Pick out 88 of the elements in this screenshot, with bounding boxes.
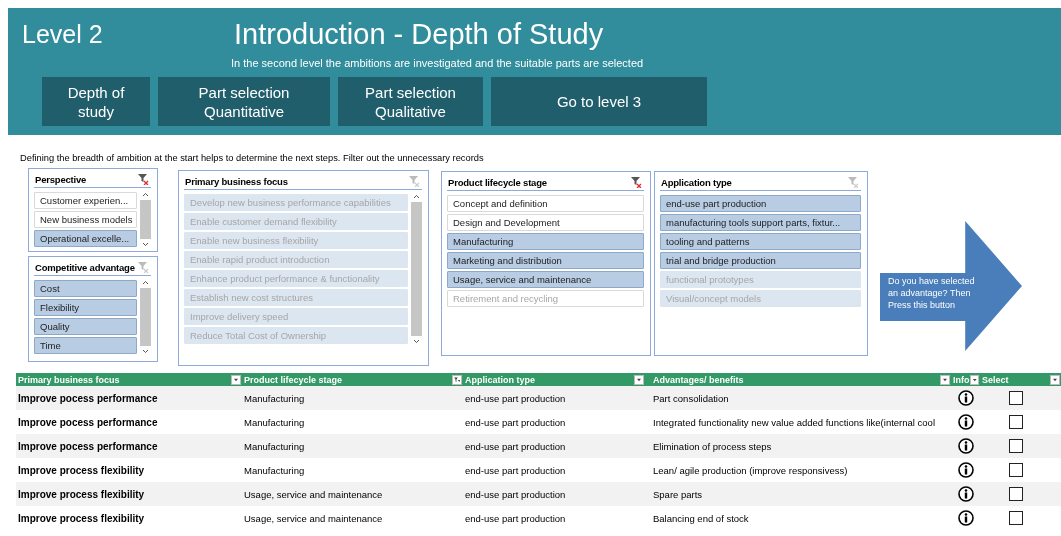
table-cell-text: Improve pocess performance bbox=[17, 415, 159, 430]
slicer-item[interactable]: Usage, service and maintenance bbox=[447, 271, 644, 288]
checkbox[interactable] bbox=[1008, 511, 1023, 525]
checkbox[interactable] bbox=[1008, 439, 1023, 453]
clear-filter-icon[interactable] bbox=[630, 176, 642, 188]
nav-button[interactable]: Part selection Qualitative bbox=[338, 77, 483, 126]
table-cell: Manufacturing bbox=[242, 386, 463, 410]
info-icon[interactable] bbox=[957, 462, 974, 478]
column-header: Select bbox=[982, 374, 1009, 385]
slicer-item[interactable]: Marketing and distribution bbox=[447, 252, 644, 269]
scrollbar-thumb[interactable] bbox=[140, 200, 151, 239]
subtitle: In the second level the ambitions are investigated and the suitable parts are selected bbox=[231, 57, 644, 69]
table-cell-text: Manufacturing bbox=[243, 415, 306, 430]
scrollbar-thumb[interactable] bbox=[411, 202, 422, 336]
slicer-item[interactable]: Operational excelle... bbox=[34, 230, 137, 247]
nav-button[interactable]: Part selection Quantitative bbox=[158, 77, 330, 126]
info-icon[interactable] bbox=[957, 510, 974, 526]
table-cell: Usage, service and maintenance bbox=[242, 482, 463, 506]
slicer-item[interactable]: New business models bbox=[34, 211, 137, 228]
checkbox[interactable] bbox=[1008, 415, 1023, 429]
info-icon[interactable] bbox=[957, 486, 974, 502]
column-header: Info bbox=[953, 374, 970, 385]
slicer-item[interactable]: Design and Development bbox=[447, 214, 644, 231]
table-cell: Manufacturing bbox=[242, 434, 463, 458]
slicer-item[interactable]: Flexibility bbox=[34, 299, 137, 316]
slicer-item[interactable]: manufacturing tools support parts, fixtur... bbox=[660, 214, 861, 231]
slicer-title: Competitive advantage bbox=[35, 261, 135, 273]
slicer-title: Perspective bbox=[35, 173, 87, 185]
table-cell-text: end-use part production bbox=[464, 415, 567, 430]
instruction-text: Defining the breadth of ambition at the start helps to determine the next steps. Filter out the unnecessary records bbox=[20, 153, 485, 165]
table-cell-text: Improve process flexibility bbox=[17, 463, 146, 478]
table-cell: end-use part production bbox=[463, 386, 645, 410]
scroll-down-icon[interactable] bbox=[141, 348, 150, 354]
slicer-title: Primary business focus bbox=[185, 175, 288, 187]
slicer-item[interactable]: end-use part production bbox=[660, 195, 861, 212]
table-cell: Improve process flexibility bbox=[16, 482, 242, 506]
column-header: Advantages/ benefits bbox=[653, 374, 744, 385]
table-cell: Improve pocess performance bbox=[16, 386, 242, 410]
table-cell-text: Improve process flexibility bbox=[17, 511, 146, 526]
dropdown-icon[interactable] bbox=[231, 374, 241, 385]
arrow-button[interactable]: Do you have selected an advantage? Then Press this button bbox=[880, 221, 1022, 351]
table-cell-text: Lean/ agile production (improve responsivess) bbox=[652, 463, 849, 478]
dropdown-icon[interactable] bbox=[940, 374, 950, 385]
checkbox[interactable] bbox=[1008, 463, 1023, 477]
page-title: Introduction - Depth of Study bbox=[234, 18, 605, 51]
slicer-item[interactable]: Cost bbox=[34, 280, 137, 297]
table-cell-text: end-use part production bbox=[464, 463, 567, 478]
slicer-item[interactable]: Time bbox=[34, 337, 137, 354]
clear-filter-icon[interactable] bbox=[137, 173, 149, 185]
dropdown-icon[interactable] bbox=[1050, 374, 1060, 385]
table-cell-text: Usage, service and maintenance bbox=[243, 511, 384, 526]
column-header: Application type bbox=[465, 374, 535, 385]
slicer-item[interactable]: tooling and patterns bbox=[660, 233, 861, 250]
info-icon[interactable] bbox=[957, 414, 974, 430]
table-cell-text: Balancing end of stock bbox=[652, 511, 750, 526]
scroll-up-icon[interactable] bbox=[412, 194, 421, 200]
column-header: Product lifecycle stage bbox=[244, 374, 343, 385]
filter-applied-icon[interactable] bbox=[452, 374, 462, 385]
info-icon[interactable] bbox=[957, 390, 974, 406]
info-icon[interactable] bbox=[957, 438, 974, 454]
table-cell: end-use part production bbox=[463, 482, 645, 506]
dropdown-icon[interactable] bbox=[969, 374, 979, 385]
checkbox[interactable] bbox=[1008, 391, 1023, 405]
table-cell-text: Manufacturing bbox=[243, 463, 306, 478]
slicer-title: Application type bbox=[661, 176, 732, 188]
nav-button[interactable]: Depth of study bbox=[42, 77, 150, 126]
nav-button[interactable]: Go to level 3 bbox=[491, 77, 707, 126]
scroll-up-icon[interactable] bbox=[141, 280, 150, 286]
slicer-item[interactable]: Customer experien... bbox=[34, 192, 137, 209]
slicer-item[interactable]: trial and bridge production bbox=[660, 252, 861, 269]
table-cell: Elimination of process steps bbox=[645, 434, 951, 458]
dropdown-icon[interactable] bbox=[634, 374, 644, 385]
slicer-item[interactable]: Manufacturing bbox=[447, 233, 644, 250]
column-header: Primary business focus bbox=[18, 374, 120, 385]
slicer-item[interactable]: Quality bbox=[34, 318, 137, 335]
table-cell-text: Integrated functionality new value added functions like(internal cool bbox=[652, 415, 936, 430]
slicer-item[interactable]: Concept and definition bbox=[447, 195, 644, 212]
table-cell: Improve pocess performance bbox=[16, 434, 242, 458]
table-cell: Part consolidation bbox=[645, 386, 951, 410]
scroll-down-icon[interactable] bbox=[141, 241, 150, 247]
table-cell-text: end-use part production bbox=[464, 511, 567, 526]
scroll-down-icon[interactable] bbox=[412, 338, 421, 344]
slicer-title: Product lifecycle stage bbox=[448, 176, 547, 188]
table-cell: end-use part production bbox=[463, 434, 645, 458]
scroll-up-icon[interactable] bbox=[141, 192, 150, 198]
table-cell: Spare parts bbox=[645, 482, 951, 506]
checkbox[interactable] bbox=[1008, 487, 1023, 501]
scrollbar-thumb[interactable] bbox=[140, 288, 151, 346]
